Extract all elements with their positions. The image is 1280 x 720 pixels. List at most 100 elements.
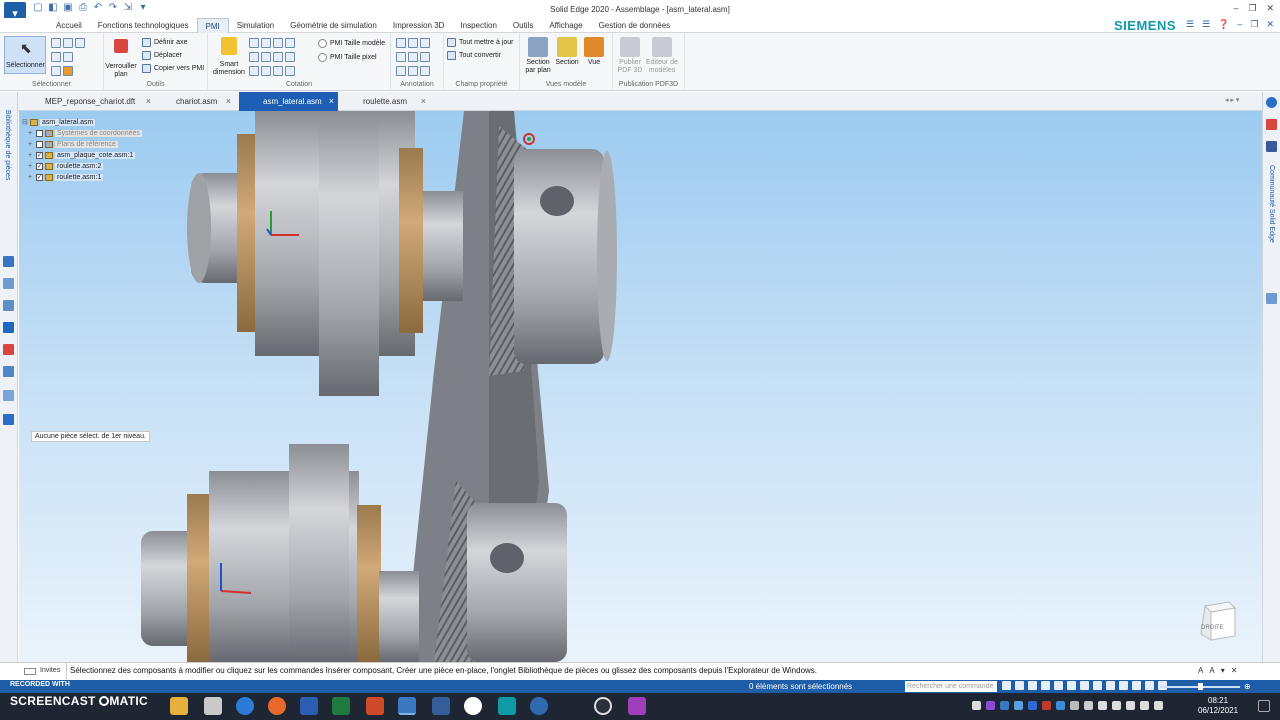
view-button[interactable]: Vue — [582, 37, 606, 67]
close-tab-icon[interactable]: × — [329, 92, 334, 111]
settings-panel-icon[interactable] — [3, 414, 14, 425]
close-tab-icon[interactable]: × — [146, 92, 151, 111]
visibility-checkbox[interactable] — [36, 129, 43, 137]
relations-icon[interactable] — [3, 390, 14, 401]
pmi-pixel-size-option[interactable]: PMI Taille pixel — [318, 53, 377, 62]
dropdown-icon[interactable]: ▾ — [1221, 666, 1225, 675]
doc-tab-mep[interactable]: MEP_reponse_chariot.dft × — [31, 92, 151, 111]
solid-edge-icon[interactable] — [398, 697, 416, 715]
dim-style-icon[interactable] — [285, 66, 295, 76]
list-icon[interactable]: ☰ — [1186, 19, 1194, 30]
edge-icon[interactable] — [236, 697, 254, 715]
select-box-icon[interactable] — [63, 38, 73, 48]
pmi-model-size-option[interactable]: PMI Taille modèle — [318, 39, 385, 48]
word-icon[interactable] — [300, 697, 318, 715]
feature-control-icon[interactable] — [396, 66, 406, 76]
community-panel-tab[interactable]: Communauté Solid Edge — [1268, 165, 1275, 243]
weld-icon[interactable] — [408, 52, 418, 62]
list-alt-icon[interactable]: ☰ — [1202, 19, 1210, 30]
tree-item-coordinate-systems[interactable]: + Systèmes de coordonnées — [28, 128, 142, 138]
font-size-small-icon[interactable]: A — [1209, 666, 1214, 675]
angular-coord-icon[interactable] — [249, 66, 259, 76]
excel-icon[interactable] — [332, 697, 350, 715]
visibility-checkbox[interactable]: ✓ — [36, 173, 43, 181]
shade-icon[interactable] — [1093, 681, 1102, 690]
tray-icon[interactable] — [1042, 701, 1051, 710]
zoom-in-icon[interactable]: ⊕ — [1244, 682, 1251, 691]
tree-item-roulette-2[interactable]: + ✓ roulette.asm:2 — [28, 161, 104, 171]
menu-tab-1[interactable]: Fonctions technologiques — [90, 18, 197, 33]
copy-to-pmi-button[interactable]: Copier vers PMI — [142, 64, 204, 73]
radius-dim-icon[interactable] — [273, 52, 283, 62]
network-icon[interactable] — [1098, 701, 1107, 710]
onenote-tray-icon[interactable] — [986, 701, 995, 710]
app-icon-5[interactable] — [628, 697, 646, 715]
app-icon-2[interactable] — [432, 697, 450, 715]
symmetry-dim-icon[interactable] — [285, 38, 295, 48]
collapse-icon[interactable]: ⊟ — [22, 118, 28, 126]
notifications-icon[interactable] — [1258, 700, 1270, 712]
menu-tab-8[interactable]: Affichage — [541, 18, 590, 33]
expand-icon[interactable]: + — [28, 163, 34, 170]
datum-frame-icon[interactable] — [408, 66, 418, 76]
minimize-icon[interactable]: – — [1233, 3, 1238, 14]
zoom-area-icon[interactable] — [1015, 681, 1024, 690]
catalog-icon[interactable] — [1266, 293, 1277, 304]
diameter-dim-icon[interactable] — [285, 52, 295, 62]
expand-icon[interactable]: + — [28, 174, 34, 181]
powerpoint-icon[interactable] — [366, 697, 384, 715]
spin-icon[interactable] — [1080, 681, 1089, 690]
tab-scroll-arrows[interactable]: ◂ ▸ ▾ — [1225, 96, 1239, 104]
surface-texture-icon[interactable] — [396, 52, 406, 62]
fit-icon[interactable] — [1041, 681, 1050, 690]
help-icon[interactable]: ❓ — [1218, 19, 1229, 30]
menu-tab-7[interactable]: Outils — [505, 18, 541, 33]
update-all-button[interactable]: Tout mettre à jour — [447, 38, 513, 47]
bluetooth-icon[interactable] — [1056, 701, 1065, 710]
close-tab-icon[interactable]: × — [421, 92, 426, 111]
balloon-icon[interactable] — [420, 38, 430, 48]
select-parts-icon[interactable] — [51, 52, 61, 62]
linear-dim-icon[interactable] — [249, 38, 259, 48]
publish-pdf3d-button[interactable]: Publier PDF 3D — [614, 37, 646, 75]
menu-tab-4[interactable]: Géométrie de simulation — [282, 18, 385, 33]
view-cube[interactable]: DROITE — [1199, 598, 1237, 642]
doc-tab-chariot[interactable]: chariot.asm × — [162, 92, 231, 111]
expand-icon[interactable]: + — [28, 141, 34, 148]
volume-icon[interactable] — [1112, 701, 1121, 710]
restore-icon[interactable]: ❐ — [1248, 3, 1256, 14]
visibility-checkbox[interactable] — [36, 140, 43, 148]
rotate-icon[interactable] — [1067, 681, 1076, 690]
app-icon[interactable] — [204, 697, 222, 715]
expand-icon[interactable]: ✕ — [1231, 666, 1238, 675]
selection-manager-icon[interactable] — [3, 344, 14, 355]
section-by-plane-button[interactable]: Section par plan — [522, 37, 554, 75]
distance-dim-icon[interactable] — [261, 38, 271, 48]
screencast-app-icon[interactable] — [594, 697, 612, 715]
select-filter-icon[interactable] — [51, 38, 61, 48]
ribbon-restore-icon[interactable]: ❐ — [1250, 19, 1258, 30]
visibility-checkbox[interactable]: ✓ — [36, 162, 43, 170]
command-search-input[interactable]: Rechercher une commande — [905, 681, 997, 692]
expand-icon[interactable]: + — [28, 130, 34, 137]
tree-item-plaque[interactable]: + ✓ asm_plaque_cote.asm:1 — [28, 150, 136, 160]
zoom-icon[interactable] — [75, 38, 85, 48]
menu-tab-0[interactable]: Accueil — [48, 18, 90, 33]
chamfer-dim-icon[interactable] — [261, 66, 271, 76]
zoom-slider-thumb[interactable] — [1198, 683, 1203, 690]
font-size-icon[interactable]: A — [1198, 666, 1203, 675]
help-panel-icon[interactable] — [3, 322, 14, 333]
prompt-toggle-icon[interactable] — [24, 668, 36, 675]
tray-icon[interactable] — [1028, 701, 1037, 710]
view-orient-icon[interactable] — [1106, 681, 1115, 690]
edge-condition-icon[interactable] — [420, 52, 430, 62]
leader-icon[interactable] — [396, 38, 406, 48]
chain-dim-icon[interactable] — [261, 52, 271, 62]
go-icon[interactable] — [1002, 681, 1011, 690]
menu-tab-3[interactable]: Simulation — [229, 18, 282, 33]
convert-all-button[interactable]: Tout convertir — [447, 51, 501, 60]
menu-tab-2[interactable]: PMI — [196, 18, 229, 33]
tray-icon[interactable] — [1070, 701, 1079, 710]
close-icon[interactable]: ✕ — [1266, 3, 1274, 14]
doc-tab-roulette[interactable]: roulette.asm × — [349, 92, 426, 111]
